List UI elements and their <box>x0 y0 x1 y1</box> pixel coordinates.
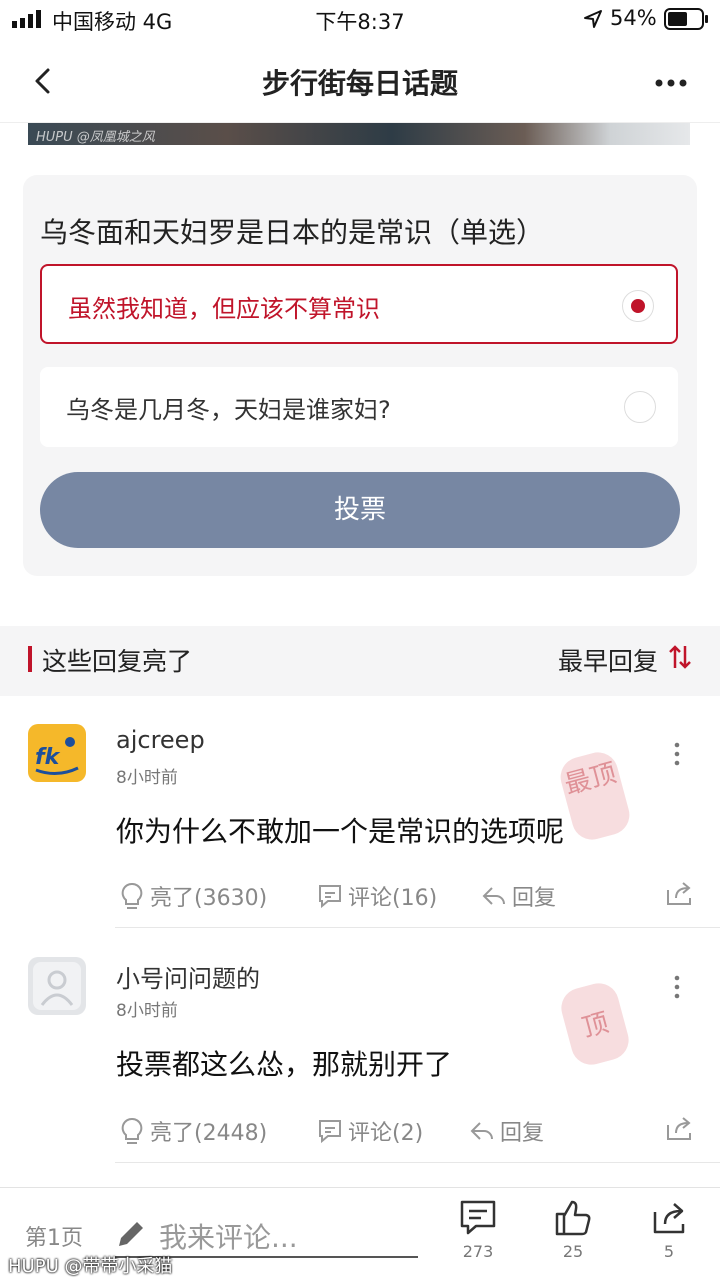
watermark: HUPU @带带小采猫 <box>8 1256 173 1277</box>
reply-label: 回复 <box>500 1121 545 1146</box>
lightbulb-icon <box>121 882 143 909</box>
avatar[interactable]: fk <box>28 724 86 782</box>
top-stamp-icon: 最顶 <box>556 747 634 845</box>
comment-action[interactable]: 评论(2) <box>316 1115 423 1147</box>
section-title: 这些回复亮了 <box>42 647 193 676</box>
sort-button[interactable]: 最早回复 <box>558 642 692 678</box>
comment-more-icon[interactable] <box>670 742 684 770</box>
poll-option-1[interactable]: 虽然我知道，但应该不算常识 <box>40 264 678 344</box>
battery-percent: 54% <box>610 6 657 30</box>
lightbulb-icon <box>121 1117 143 1144</box>
location-icon <box>583 9 603 33</box>
divider <box>115 1162 720 1163</box>
comment-bubble-icon <box>460 1200 496 1235</box>
page-indicator[interactable]: 第1页 <box>25 1220 83 1252</box>
comment-action[interactable]: 评论(16) <box>316 880 437 912</box>
radio-unselected-icon <box>624 391 656 423</box>
like-button[interactable]: 25 <box>543 1198 603 1261</box>
thumbs-up-icon <box>555 1200 591 1236</box>
comments-button[interactable]: 273 <box>448 1198 508 1261</box>
comment-count: 评论(2) <box>348 1121 424 1146</box>
comment-more-icon[interactable] <box>670 975 684 1003</box>
comment-icon <box>319 885 341 909</box>
svg-text:fk: fk <box>35 745 61 770</box>
topic-image[interactable]: HUPU @凤凰城之风 <box>28 123 690 145</box>
poll-card: 乌冬面和天妇罗是日本的是常识（单选） 虽然我知道，但应该不算常识 乌冬是几月冬，… <box>23 175 697 576</box>
poll-option-label: 虽然我知道，但应该不算常识 <box>68 295 380 323</box>
section-header: 这些回复亮了 最早回复 <box>0 626 720 696</box>
avatar[interactable] <box>28 957 86 1015</box>
image-watermark: HUPU @凤凰城之风 <box>36 130 155 145</box>
status-bar: 中国移动 4G 下午8:37 54% <box>0 0 720 40</box>
more-icon[interactable] <box>654 74 690 87</box>
reply-icon <box>482 887 505 905</box>
share-icon[interactable] <box>664 1113 694 1147</box>
reply-icon <box>470 1122 493 1140</box>
like-count: 亮了(3630) <box>150 886 268 911</box>
divider <box>115 927 720 928</box>
share-icon[interactable] <box>664 878 694 912</box>
section-accent-bar <box>28 646 32 672</box>
username[interactable]: 小号问问题的 <box>116 959 260 994</box>
share-total: 5 <box>663 1242 675 1261</box>
poll-option-2[interactable]: 乌冬是几月冬，天妇是谁家妇? <box>40 367 678 447</box>
radio-selected-icon <box>622 290 654 322</box>
comment-total: 273 <box>462 1242 494 1261</box>
share-button[interactable]: 5 <box>639 1198 699 1261</box>
comment-item: 小号问问题的 8小时前 顶 投票都这么怂，那就别开了 亮了(2448) 评论(2… <box>0 929 720 1163</box>
reply-action[interactable]: 回复 <box>480 880 556 912</box>
sort-label: 最早回复 <box>557 647 658 676</box>
timestamp: 8小时前 <box>116 1001 178 1021</box>
pencil-icon <box>119 1222 143 1246</box>
comment-placeholder: 我来评论... <box>159 1221 298 1254</box>
sort-arrows-icon <box>668 644 692 676</box>
navigation-bar: 步行街每日话题 <box>0 40 720 123</box>
like-action[interactable]: 亮了(2448) <box>118 1115 267 1147</box>
like-action[interactable]: 亮了(3630) <box>118 880 267 912</box>
comment-input[interactable]: 我来评论... <box>115 1206 418 1258</box>
reply-label: 回复 <box>512 886 557 911</box>
comment-body: 你为什么不敢加一个是常识的选项呢 <box>116 815 565 848</box>
comment-icon <box>319 1120 341 1144</box>
username[interactable]: ajcreep <box>116 726 205 754</box>
vote-button[interactable]: 投票 <box>40 472 680 548</box>
page-title: 步行街每日话题 <box>261 67 458 100</box>
poll-option-label: 乌冬是几月冬，天妇是谁家妇? <box>66 396 391 424</box>
poll-question: 乌冬面和天妇罗是日本的是常识（单选） <box>40 216 545 249</box>
reply-action[interactable]: 回复 <box>468 1115 544 1147</box>
top-stamp-icon: 顶 <box>556 978 634 1070</box>
comment-item: fk ajcreep 8小时前 最顶 你为什么不敢加一个是常识的选项呢 亮了(3… <box>0 696 720 928</box>
battery-icon <box>664 8 710 34</box>
comment-body: 投票都这么怂，那就别开了 <box>116 1048 453 1081</box>
comment-count: 评论(16) <box>348 886 438 911</box>
like-total: 25 <box>562 1242 584 1261</box>
timestamp: 8小时前 <box>116 768 178 788</box>
share-icon <box>653 1203 685 1234</box>
like-count: 亮了(2448) <box>150 1121 268 1146</box>
